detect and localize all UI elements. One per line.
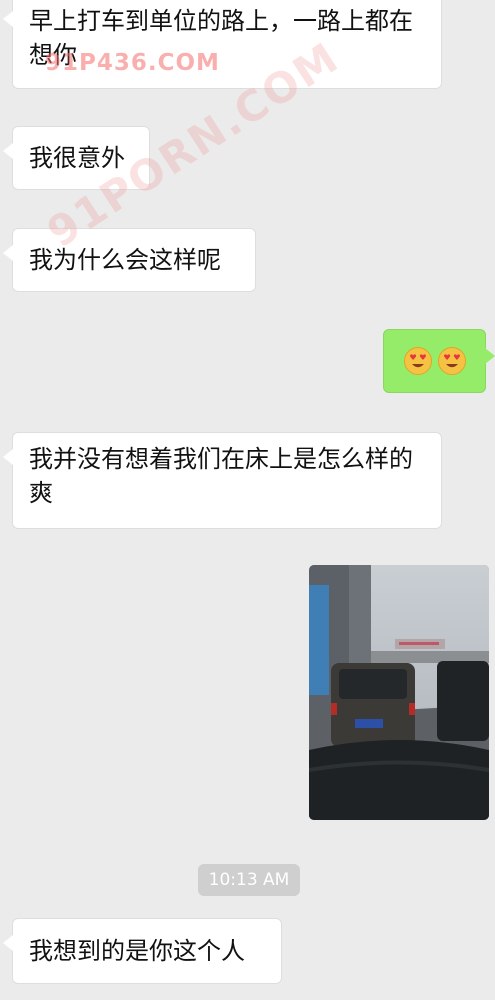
message-text: 我很意外: [29, 144, 125, 172]
road-scene-image: [309, 565, 489, 820]
message-bubble-incoming[interactable]: 早上打车到单位的路上，一路上都在想你: [3, 0, 442, 89]
message-text: 我为什么会这样呢: [29, 246, 221, 274]
video-thumbnail[interactable]: [309, 565, 489, 820]
chat-window: 早上打车到单位的路上，一路上都在想你 我很意外 我为什么会这样呢 我并没有想着我…: [0, 0, 495, 1000]
message-bubble-incoming[interactable]: 我很意外: [3, 126, 150, 190]
message-bubble-outgoing[interactable]: [383, 329, 495, 393]
message-bubble-incoming[interactable]: 我想到的是你这个人: [3, 918, 282, 984]
message-text: 早上打车到单位的路上，一路上都在想你: [29, 7, 413, 69]
message-text: 我想到的是你这个人: [29, 937, 245, 965]
message-text: 我并没有想着我们在床上是怎么样的爽: [29, 445, 413, 507]
heart-eyes-emoji-icon: [437, 347, 466, 375]
heart-eyes-emoji-icon: [403, 347, 432, 375]
timestamp-label: 10:13 AM: [198, 864, 300, 896]
message-bubble-incoming[interactable]: 我并没有想着我们在床上是怎么样的爽: [3, 432, 442, 529]
message-bubble-incoming[interactable]: 我为什么会这样呢: [3, 228, 256, 292]
